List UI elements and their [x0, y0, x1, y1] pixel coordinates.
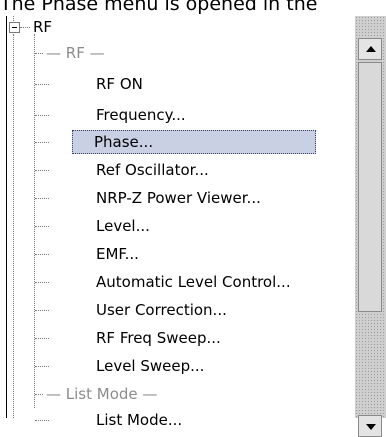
menu-item[interactable]: List Mode... [94, 408, 184, 432]
menu-item[interactable]: User Correction... [94, 298, 229, 322]
tree-connector [35, 84, 49, 85]
menu-item[interactable]: Frequency... [94, 103, 188, 127]
tree-connector [35, 142, 49, 143]
tree-connector [35, 394, 43, 395]
menu-item[interactable]: Level Sweep... [94, 354, 206, 378]
caption-text: The Phase menu is opened in the [0, 0, 318, 15]
tree-connector [35, 310, 49, 311]
tree-connector [35, 366, 49, 367]
menu-item[interactable]: Phase... [72, 130, 316, 154]
tree-root-rf[interactable]: RF [33, 16, 52, 38]
menu-separator: — List Mode — [46, 385, 158, 403]
tree-connector [35, 198, 49, 199]
collapse-icon[interactable] [9, 22, 20, 33]
tree-connector [35, 226, 49, 227]
root-branch-line-lower [13, 34, 14, 418]
menu-item[interactable]: EMF... [94, 242, 141, 266]
menu-item[interactable]: Level... [94, 214, 152, 238]
tree-connector [35, 420, 49, 421]
tree-connector [35, 338, 49, 339]
tree-connector [35, 53, 43, 54]
tree-connector [35, 115, 49, 116]
menu-item[interactable]: Ref Oscillator... [94, 158, 211, 182]
vertical-scrollbar[interactable] [355, 16, 386, 437]
scroll-down-button[interactable] [358, 415, 382, 437]
arrow-down-icon [366, 424, 376, 430]
tree-connector [35, 282, 49, 283]
menu-item[interactable]: NRP-Z Power Viewer... [94, 186, 263, 210]
tree-connector [35, 254, 49, 255]
child-branch-line [34, 34, 35, 408]
menu-item[interactable]: RF Freq Sweep... [94, 326, 223, 350]
menu-item[interactable]: RF ON [94, 72, 145, 96]
menu-item[interactable]: Automatic Level Control... [94, 270, 293, 294]
tree-left-border [6, 16, 7, 418]
scrollbar-thumb[interactable] [358, 62, 382, 312]
menu-separator: — RF — [46, 44, 105, 62]
scroll-up-button[interactable] [358, 38, 382, 60]
tree-connector [35, 170, 49, 171]
arrow-up-icon [366, 46, 376, 52]
root-connector [20, 27, 30, 28]
